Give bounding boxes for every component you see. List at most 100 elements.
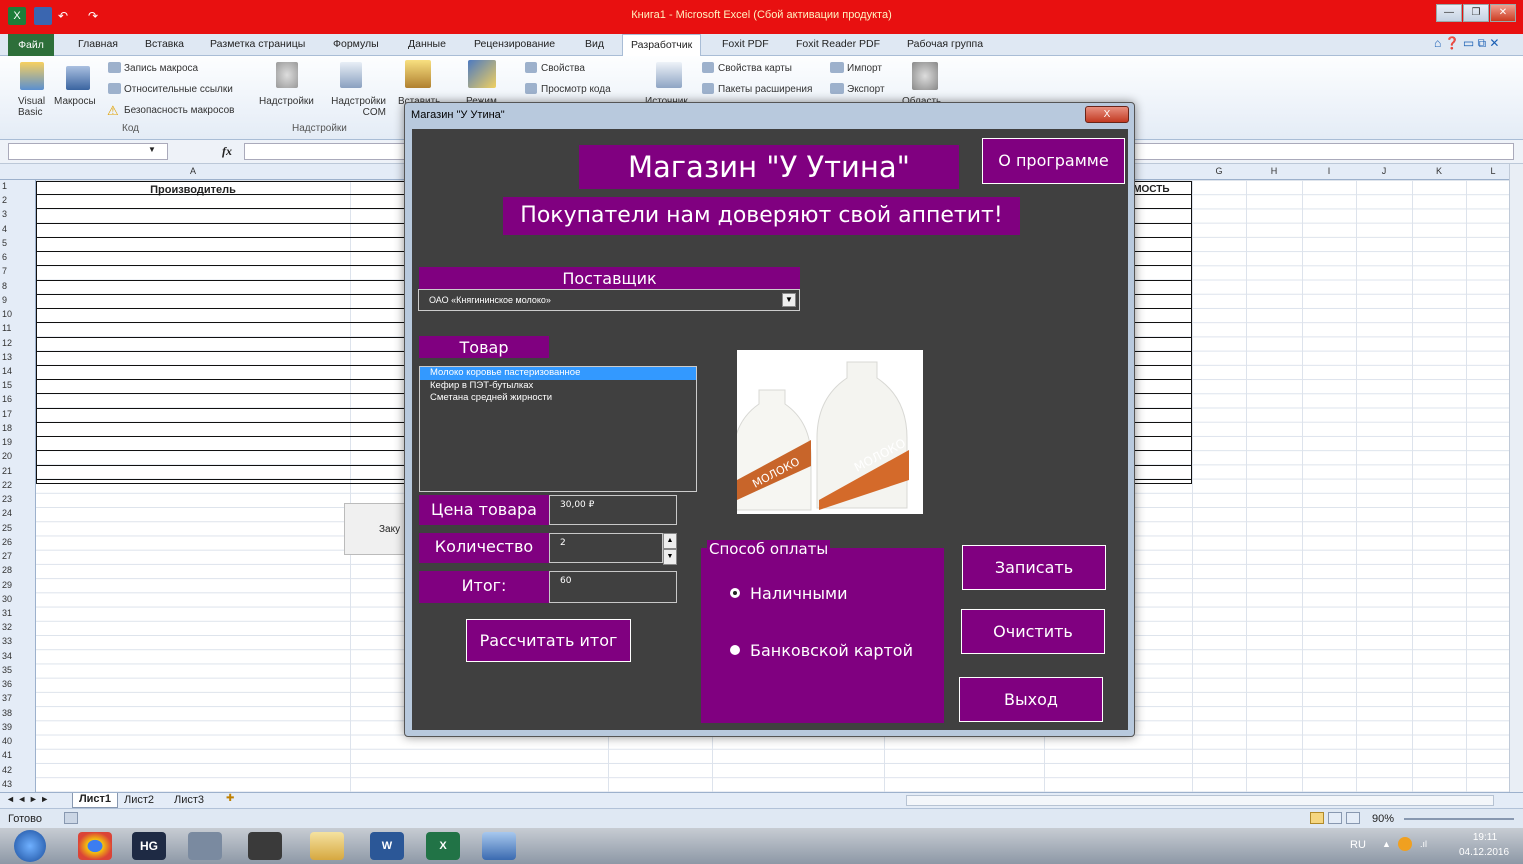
chevron-down-icon[interactable]: ▼ <box>782 293 796 307</box>
page-break-view-icon[interactable] <box>1346 812 1360 824</box>
clock-time[interactable]: 19:11 <box>1460 832 1510 843</box>
column-header-j[interactable]: J <box>1356 166 1412 176</box>
normal-view-icon[interactable] <box>1310 812 1324 824</box>
tab-view[interactable]: Вид <box>585 38 604 50</box>
import-button[interactable]: Импорт <box>847 63 882 74</box>
restore-button[interactable]: ❐ <box>1463 4 1489 22</box>
row-header[interactable]: 11 <box>2 323 32 333</box>
radio-card-label[interactable]: Банковской картой <box>750 641 913 660</box>
row-header[interactable]: 24 <box>2 508 32 518</box>
visual-basic-icon[interactable] <box>20 62 44 90</box>
row-header[interactable]: 19 <box>2 437 32 447</box>
folder-icon[interactable] <box>310 832 344 860</box>
row-header[interactable]: 37 <box>2 693 32 703</box>
row-header[interactable]: 34 <box>2 651 32 661</box>
product-listbox[interactable]: Молоко коровье пастеризованное Кефир в П… <box>419 366 697 492</box>
page-layout-view-icon[interactable] <box>1328 812 1342 824</box>
row-header[interactable]: 17 <box>2 409 32 419</box>
row-header[interactable]: 21 <box>2 466 32 476</box>
record-macro-button[interactable]: Запись макроса <box>124 63 198 74</box>
tab-formulas[interactable]: Формулы <box>333 38 379 50</box>
properties-button[interactable]: Свойства <box>541 63 585 74</box>
tab-insert[interactable]: Вставка <box>145 38 184 50</box>
hg-app-icon[interactable]: HG <box>132 832 166 860</box>
row-header[interactable]: 29 <box>2 580 32 590</box>
row-header[interactable]: 13 <box>2 352 32 362</box>
zoom-level[interactable]: 90% <box>1372 813 1394 825</box>
price-field[interactable]: 30,00 ₽ <box>549 495 677 525</box>
radio-card[interactable] <box>730 645 740 655</box>
total-field[interactable]: 60 <box>549 571 677 603</box>
about-button[interactable]: О программе <box>982 138 1125 184</box>
row-header[interactable]: 36 <box>2 679 32 689</box>
row-header[interactable]: 9 <box>2 295 32 305</box>
sheet-nav-arrows[interactable]: ◄ ◄ ► ► <box>6 794 49 804</box>
row-header[interactable]: 26 <box>2 537 32 547</box>
row-header[interactable]: 41 <box>2 750 32 760</box>
horizontal-scrollbar[interactable] <box>906 795 1494 806</box>
row-header[interactable]: 14 <box>2 366 32 376</box>
row-header[interactable]: 43 <box>2 779 32 789</box>
column-header-g[interactable]: G <box>1192 166 1246 176</box>
tab-foxit-pdf[interactable]: Foxit PDF <box>722 38 769 50</box>
macros-icon[interactable] <box>66 66 90 90</box>
sheet-tab-1[interactable]: Лист1 <box>72 793 118 808</box>
row-header[interactable]: 22 <box>2 480 32 490</box>
zoom-slider[interactable] <box>1404 818 1514 820</box>
row-header[interactable]: 23 <box>2 494 32 504</box>
tab-data[interactable]: Данные <box>408 38 446 50</box>
tab-developer[interactable]: Разработчик <box>622 34 702 57</box>
row-header[interactable]: 7 <box>2 266 32 276</box>
list-item[interactable]: Кефир в ПЭТ-бутылках <box>420 380 696 393</box>
tab-page-layout[interactable]: Разметка страницы <box>210 38 305 50</box>
name-box-dropdown-icon[interactable]: ▼ <box>148 145 156 154</box>
excel-icon[interactable]: X <box>426 832 460 860</box>
word-icon[interactable]: W <box>370 832 404 860</box>
row-header[interactable]: 5 <box>2 238 32 248</box>
clear-button[interactable]: Очистить <box>961 609 1105 654</box>
dialog-close-button[interactable]: X <box>1085 106 1129 123</box>
tray-arrow-icon[interactable]: ▲ <box>1382 839 1391 849</box>
row-header[interactable]: 3 <box>2 209 32 219</box>
macros-button[interactable]: Макросы <box>54 96 96 107</box>
row-header[interactable]: 38 <box>2 708 32 718</box>
list-item[interactable]: Молоко коровье пастеризованное <box>420 367 696 380</box>
row-header[interactable]: 18 <box>2 423 32 433</box>
sheet-tab-3[interactable]: Лист3 <box>174 794 204 806</box>
column-header-k[interactable]: K <box>1412 166 1466 176</box>
row-header[interactable]: 12 <box>2 338 32 348</box>
quantity-spin-up-icon[interactable]: ▲ <box>663 533 677 549</box>
radio-cash-label[interactable]: Наличными <box>750 584 847 603</box>
vba-editor-icon[interactable] <box>482 832 516 860</box>
computer-icon[interactable] <box>188 832 222 860</box>
row-header[interactable]: 1 <box>2 181 32 191</box>
list-item[interactable]: Сметана средней жирности <box>420 392 696 405</box>
macro-security-button[interactable]: Безопасность макросов <box>124 105 235 116</box>
map-properties-button[interactable]: Свойства карты <box>718 63 792 74</box>
column-header-h[interactable]: H <box>1246 166 1302 176</box>
exit-button[interactable]: Выход <box>959 677 1103 722</box>
row-header[interactable]: 35 <box>2 665 32 675</box>
row-header[interactable]: 6 <box>2 252 32 262</box>
chrome-icon[interactable] <box>78 832 112 860</box>
expansion-packs-button[interactable]: Пакеты расширения <box>718 84 812 95</box>
row-header[interactable]: 42 <box>2 765 32 775</box>
row-header[interactable]: 33 <box>2 636 32 646</box>
row-header[interactable]: 10 <box>2 309 32 319</box>
macro-record-icon[interactable] <box>64 812 78 824</box>
close-window-button[interactable]: ✕ <box>1490 4 1516 22</box>
save-button[interactable]: Записать <box>962 545 1106 590</box>
row-header[interactable]: 20 <box>2 451 32 461</box>
row-header[interactable]: 39 <box>2 722 32 732</box>
row-header[interactable]: 25 <box>2 523 32 533</box>
help-icon[interactable]: ⌂ ❓ ▭ ⧉ ✕ <box>1434 36 1500 51</box>
tab-foxit-reader-pdf[interactable]: Foxit Reader PDF <box>796 38 880 50</box>
row-header[interactable]: 16 <box>2 394 32 404</box>
visual-basic-button[interactable]: Visual Basic <box>18 96 48 118</box>
tab-file[interactable]: Файл <box>8 34 54 56</box>
tray-app-icon[interactable] <box>1398 837 1412 851</box>
export-button[interactable]: Экспорт <box>847 84 885 95</box>
tab-review[interactable]: Рецензирование <box>474 38 555 50</box>
row-header[interactable]: 32 <box>2 622 32 632</box>
calculate-total-button[interactable]: Рассчитать итог <box>466 619 631 662</box>
